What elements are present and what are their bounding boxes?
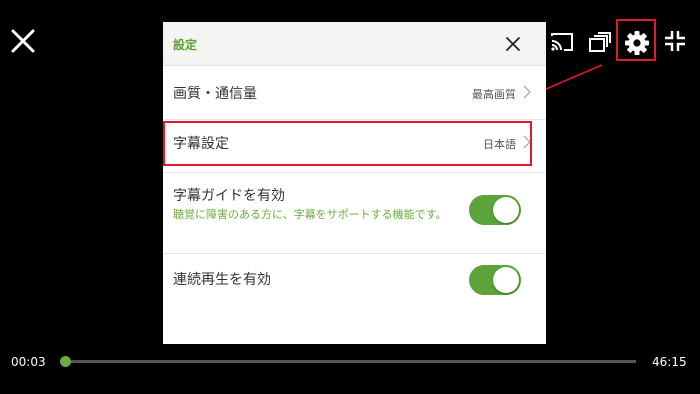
- toggle-knob: [493, 197, 519, 223]
- total-time: 46:15: [652, 355, 687, 369]
- row-description: 聴覚に障害のある方に、字幕をサポートする機能です。: [173, 208, 447, 221]
- current-time: 00:03: [11, 355, 46, 369]
- row-value: 最高画質: [472, 88, 516, 101]
- row-label: 画質・通信量: [173, 86, 257, 102]
- seek-bar-track[interactable]: [64, 360, 636, 363]
- toggle-knob: [493, 267, 519, 293]
- dialog-header: 設定: [163, 22, 546, 66]
- autoplay-row: 連続再生を有効: [163, 254, 546, 310]
- seek-bar-thumb[interactable]: [60, 356, 71, 367]
- settings-dialog: 設定 画質・通信量 最高画質 字幕設定 日本語 字幕ガイドを有効 聴覚に障害のあ…: [163, 22, 546, 344]
- dialog-title: 設定: [173, 38, 198, 52]
- subtitle-row-highlight-box: [163, 121, 532, 166]
- row-label: 連続再生を有効: [173, 272, 271, 288]
- quality-setting-row[interactable]: 画質・通信量 最高画質: [163, 66, 546, 120]
- close-icon: [506, 37, 520, 51]
- dialog-close-button[interactable]: [503, 34, 523, 54]
- autoplay-toggle[interactable]: [469, 265, 521, 295]
- row-label: 字幕ガイドを有効: [173, 188, 285, 204]
- subtitle-guide-toggle[interactable]: [469, 195, 521, 225]
- subtitle-guide-row: 字幕ガイドを有効 聴覚に障害のある方に、字幕をサポートする機能です。: [163, 173, 546, 254]
- chevron-right-icon: [523, 85, 531, 99]
